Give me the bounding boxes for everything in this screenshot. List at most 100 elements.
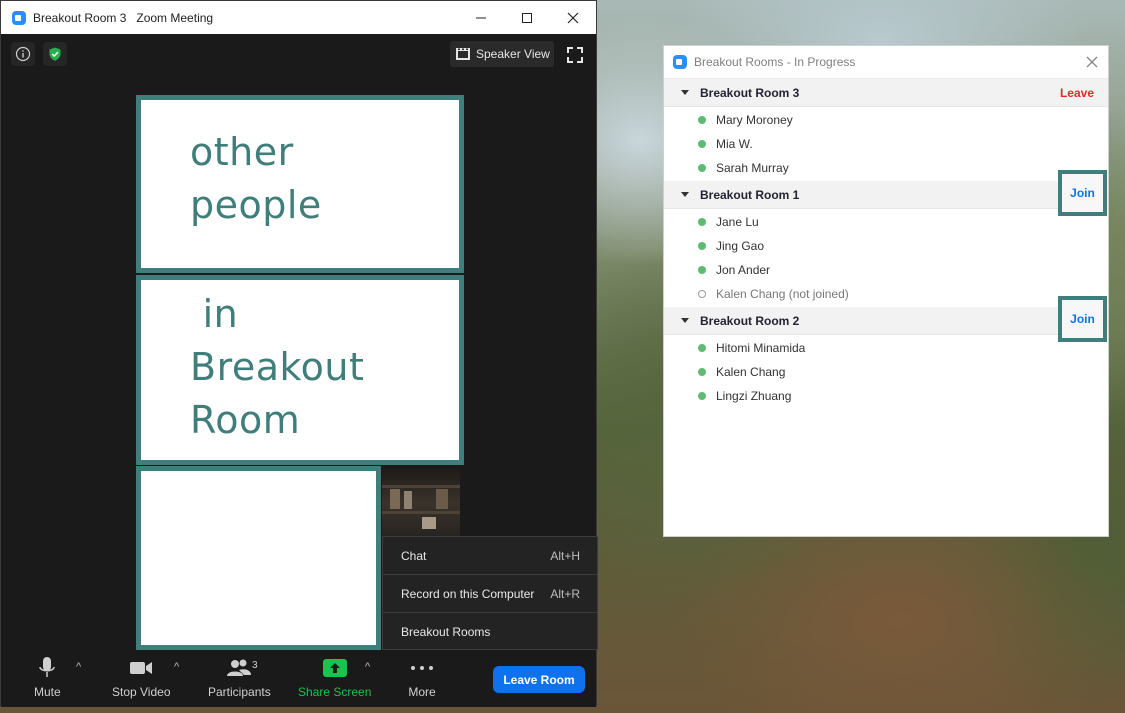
video-options-caret-icon[interactable]: ^ xyxy=(174,661,179,673)
close-icon xyxy=(567,12,579,23)
breakout-room-1: Breakout Room 1 Join Jane Lu Jing Gao Jo… xyxy=(664,170,1108,307)
video-tile-middle: in Breakout Room xyxy=(136,275,464,465)
maximize-button[interactable] xyxy=(504,1,550,34)
room-name: Breakout Room 1 xyxy=(700,187,800,202)
participant-item: Mia W. xyxy=(664,132,1108,156)
online-status-icon xyxy=(698,392,706,400)
join-room-button[interactable]: Join xyxy=(1058,170,1107,216)
chevron-down-icon xyxy=(681,318,689,323)
window-controls xyxy=(458,1,596,34)
audio-options-caret-icon[interactable]: ^ xyxy=(76,661,81,673)
participant-item: Kalen Chang (not joined) xyxy=(664,282,1108,306)
chevron-down-icon xyxy=(681,90,689,95)
participant-item: Jane Lu xyxy=(664,210,1108,234)
zoom-meeting-window: Breakout Room 3 Zoom Meeting Speaker Vie… xyxy=(0,0,598,707)
participants-button[interactable]: Participants xyxy=(208,657,271,699)
menu-item-shortcut: Alt+H xyxy=(550,548,580,563)
menu-item-label: Record on this Computer xyxy=(401,586,535,601)
video-tile-bottom xyxy=(136,466,381,650)
room-header[interactable]: Breakout Room 2 Join xyxy=(664,296,1108,342)
room-header[interactable]: Breakout Room 3 Leave xyxy=(664,79,1108,107)
participant-name: Hitomi Minamida xyxy=(716,341,806,355)
meeting-titlebar: Breakout Room 3 Zoom Meeting xyxy=(1,1,596,34)
zoom-app-icon xyxy=(673,55,687,69)
participant-item: Hitomi Minamida xyxy=(664,336,1108,360)
not-joined-status-icon xyxy=(698,290,706,298)
online-status-icon xyxy=(698,266,706,274)
room-header[interactable]: Breakout Room 1 Join xyxy=(664,170,1108,216)
breakout-rooms-window: Breakout Rooms - In Progress Breakout Ro… xyxy=(663,45,1109,537)
meeting-toolbar: Mute ^ Stop Video ^ Participants 3 Share… xyxy=(1,651,596,707)
participant-item: Jon Ander xyxy=(664,258,1108,282)
participant-name: Kalen Chang xyxy=(716,365,786,379)
participant-name: Mary Moroney xyxy=(716,113,793,127)
menu-item-record[interactable]: Record on this Computer Alt+R xyxy=(383,575,597,613)
more-label: More xyxy=(408,685,436,699)
participants-label: Participants xyxy=(208,685,271,699)
share-screen-label: Share Screen xyxy=(298,685,372,699)
online-status-icon xyxy=(698,218,706,226)
menu-item-breakout-rooms[interactable]: Breakout Rooms xyxy=(383,613,597,651)
participant-thumbnail xyxy=(382,467,460,539)
participant-name: Lingzi Zhuang xyxy=(716,389,792,403)
participant-name: Mia W. xyxy=(716,137,753,151)
participants-icon xyxy=(227,659,252,676)
minimize-icon xyxy=(476,17,486,18)
online-status-icon xyxy=(698,344,706,352)
room-name: Breakout Room 3 xyxy=(700,85,800,100)
online-status-icon xyxy=(698,368,706,376)
mute-button[interactable]: Mute xyxy=(34,657,61,699)
share-options-caret-icon[interactable]: ^ xyxy=(365,661,370,673)
zoom-app-icon xyxy=(12,10,26,25)
share-screen-icon xyxy=(322,659,347,677)
stop-video-label: Stop Video xyxy=(112,685,171,699)
shield-icon xyxy=(49,47,61,61)
breakout-titlebar: Breakout Rooms - In Progress xyxy=(664,46,1108,79)
join-room-button[interactable]: Join xyxy=(1058,296,1107,342)
more-icon xyxy=(411,666,433,670)
meeting-info-button[interactable] xyxy=(11,42,35,66)
menu-item-chat[interactable]: Chat Alt+H xyxy=(383,537,597,575)
encryption-button[interactable] xyxy=(43,42,67,66)
share-screen-button[interactable]: Share Screen xyxy=(298,657,371,699)
stop-video-button[interactable]: Stop Video xyxy=(112,657,171,699)
info-icon xyxy=(15,46,31,62)
participant-item: Mary Moroney xyxy=(664,108,1108,132)
mute-label: Mute xyxy=(34,685,61,699)
participant-item: Jing Gao xyxy=(664,234,1108,258)
chevron-down-icon xyxy=(681,192,689,197)
fullscreen-icon[interactable] xyxy=(566,46,584,64)
microphone-icon xyxy=(39,657,56,677)
participant-name: Jane Lu xyxy=(716,215,759,229)
participant-count-badge: 3 xyxy=(252,660,258,671)
menu-item-label: Chat xyxy=(401,548,427,563)
online-status-icon xyxy=(698,140,706,148)
online-status-icon xyxy=(698,164,706,172)
participant-item: Kalen Chang xyxy=(664,360,1108,384)
close-button[interactable] xyxy=(550,1,596,34)
speaker-view-button[interactable]: Speaker View xyxy=(450,41,554,67)
leave-room-button[interactable]: Leave Room xyxy=(493,666,585,693)
breakout-room-2: Breakout Room 2 Join Hitomi Minamida Kal… xyxy=(664,296,1108,409)
participant-item: Lingzi Zhuang xyxy=(664,384,1108,408)
close-icon[interactable] xyxy=(1084,54,1100,70)
grid-view-icon xyxy=(456,48,470,60)
menu-item-label: Breakout Rooms xyxy=(401,625,491,639)
video-camera-icon xyxy=(130,662,153,674)
online-status-icon xyxy=(698,116,706,124)
more-context-menu: Chat Alt+H Record on this Computer Alt+R… xyxy=(382,536,598,650)
breakout-room-3: Breakout Room 3 Leave Mary Moroney Mia W… xyxy=(664,79,1108,181)
participant-name: Sarah Murray xyxy=(716,161,789,175)
participant-name: Jing Gao xyxy=(716,239,765,253)
panel-text-top: other people xyxy=(190,130,322,227)
leave-room-link[interactable]: Leave xyxy=(1060,86,1094,100)
breakout-window-title: Breakout Rooms - In Progress xyxy=(694,55,856,69)
participant-item: Sarah Murray xyxy=(664,156,1108,180)
more-button[interactable]: More xyxy=(408,657,436,699)
room-name: Breakout Room 2 xyxy=(700,313,800,328)
minimize-button[interactable] xyxy=(458,1,504,34)
online-status-icon xyxy=(698,242,706,250)
maximize-icon xyxy=(522,12,532,23)
video-tile-top: other people xyxy=(136,95,464,273)
participant-name: Jon Ander xyxy=(716,263,771,277)
